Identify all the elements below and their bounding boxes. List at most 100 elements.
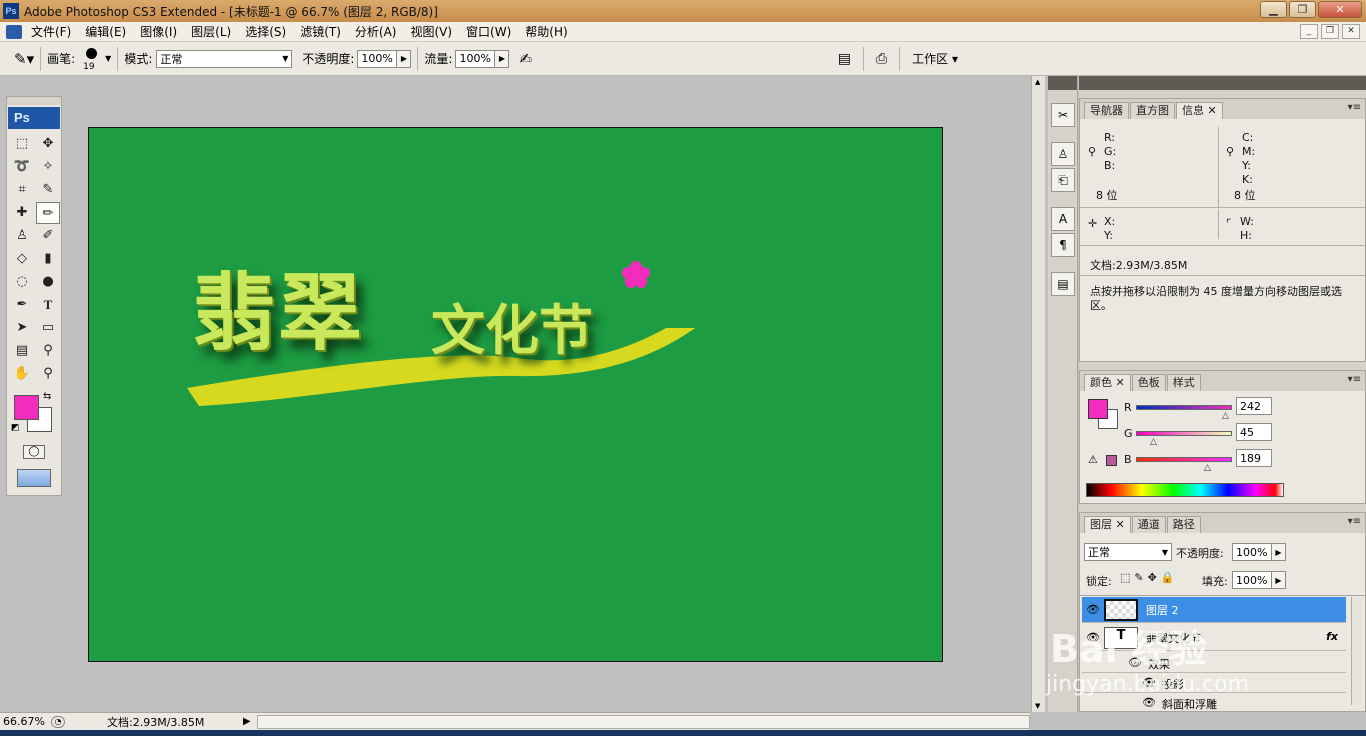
- layer-name[interactable]: 翡翠文化节: [1146, 630, 1201, 646]
- menu-view[interactable]: 视图(V): [403, 23, 459, 40]
- fill-input[interactable]: 100%: [1232, 571, 1272, 589]
- eye-icon[interactable]: 👁: [1142, 676, 1156, 689]
- layer-name[interactable]: 图层 2: [1146, 602, 1179, 618]
- vertical-scrollbar[interactable]: ▲ ▼: [1031, 76, 1045, 712]
- swap-colors-icon[interactable]: ⇆: [43, 391, 51, 402]
- tab-paths[interactable]: 路径: [1166, 516, 1201, 533]
- layer-opacity-slider-button[interactable]: ▶: [1272, 543, 1286, 561]
- palette-well-icon[interactable]: ▤: [838, 51, 851, 67]
- flow-slider-button[interactable]: ▶: [495, 49, 510, 68]
- brush-tool-preset-icon[interactable]: ✎▾: [14, 50, 34, 68]
- crop-tool-icon[interactable]: ⌗: [10, 179, 34, 201]
- g-value-input[interactable]: 45: [1236, 423, 1272, 441]
- color-ramp[interactable]: [1086, 483, 1284, 497]
- menu-layer[interactable]: 图层(L): [184, 23, 238, 40]
- shape-tool-icon[interactable]: ▭: [36, 317, 60, 339]
- b-value-input[interactable]: 189: [1236, 449, 1272, 467]
- eye-icon[interactable]: 👁: [1128, 656, 1142, 669]
- r-slider[interactable]: [1136, 405, 1232, 410]
- tool-presets-icon[interactable]: ✂: [1051, 103, 1075, 127]
- document-canvas[interactable]: 翡翠 文化节: [88, 127, 943, 662]
- menu-help[interactable]: 帮助(H): [518, 23, 574, 40]
- blur-tool-icon[interactable]: ◌: [10, 271, 34, 293]
- tab-channels[interactable]: 通道: [1131, 516, 1166, 533]
- r-slider-thumb[interactable]: △: [1222, 411, 1229, 421]
- layer-row-selected[interactable]: 👁 图层 2: [1082, 597, 1346, 623]
- horizontal-scrollbar[interactable]: [256, 714, 1030, 729]
- screen-mode-icon[interactable]: [17, 469, 51, 487]
- hand-tool-icon[interactable]: ✋: [10, 363, 34, 385]
- toolbox-header[interactable]: [7, 97, 61, 105]
- lasso-tool-icon[interactable]: ➰: [10, 156, 34, 178]
- fx-icon[interactable]: fx: [1326, 630, 1338, 643]
- layers-scrollbar[interactable]: [1351, 597, 1363, 705]
- b-slider-thumb[interactable]: △: [1204, 463, 1211, 473]
- eraser-tool-icon[interactable]: ◇: [10, 248, 34, 270]
- eye-icon[interactable]: 👁: [1142, 696, 1156, 709]
- clone-stamp-tool-icon[interactable]: ♙: [10, 225, 34, 247]
- status-menu-arrow-icon[interactable]: ▶: [243, 716, 251, 727]
- color-fg-swatch[interactable]: [1088, 399, 1108, 419]
- path-selection-tool-icon[interactable]: ➤: [10, 317, 34, 339]
- eyedropper-cmyk-icon[interactable]: ⚲: [1226, 145, 1234, 158]
- menu-edit[interactable]: 编辑(E): [78, 23, 133, 40]
- menu-image[interactable]: 图像(I): [133, 23, 184, 40]
- foreground-color-swatch[interactable]: [14, 395, 39, 420]
- color-panel-menu-icon[interactable]: ▾≡: [1348, 374, 1361, 385]
- history-brush-tool-icon[interactable]: ✐: [36, 225, 60, 247]
- tab-info[interactable]: 信息 ✕: [1176, 102, 1223, 119]
- brush-tool-icon[interactable]: ✏: [36, 202, 60, 224]
- gradient-tool-icon[interactable]: ▮: [36, 248, 60, 270]
- dodge-tool-icon[interactable]: ●: [36, 271, 60, 293]
- opacity-slider-button[interactable]: ▶: [397, 49, 412, 68]
- maximize-button[interactable]: ❐: [1289, 1, 1316, 18]
- opacity-input[interactable]: 100%: [357, 49, 398, 68]
- close-button[interactable]: ✕: [1318, 1, 1362, 18]
- tab-histogram[interactable]: 直方图: [1130, 102, 1175, 119]
- fill-slider-button[interactable]: ▶: [1272, 571, 1286, 589]
- eyedropper-icon[interactable]: ⚲: [1088, 145, 1096, 158]
- default-colors-icon[interactable]: ◩: [11, 423, 20, 433]
- character-panel-icon[interactable]: A: [1051, 207, 1075, 231]
- tab-swatches[interactable]: 色板: [1131, 374, 1166, 391]
- layers-panel-menu-icon[interactable]: ▾≡: [1348, 516, 1361, 527]
- brushes-icon[interactable]: ♙: [1051, 142, 1075, 166]
- g-slider-thumb[interactable]: △: [1150, 437, 1157, 447]
- zoom-tool-icon[interactable]: ⚲: [36, 363, 60, 385]
- status-icon[interactable]: ◔: [51, 715, 65, 728]
- mode-select[interactable]: 正常 ▼: [156, 49, 293, 68]
- marquee-tool-icon[interactable]: ⬚: [10, 133, 34, 155]
- tab-styles[interactable]: 样式: [1166, 374, 1201, 391]
- clone-source-icon[interactable]: ⎗: [1051, 168, 1075, 192]
- effect-drop-shadow-row[interactable]: 👁 投影: [1082, 673, 1346, 693]
- tab-navigator[interactable]: 导航器: [1084, 102, 1129, 119]
- quick-mask-icon[interactable]: ◯: [23, 445, 45, 459]
- gamut-warning-icon[interactable]: ⚠: [1088, 453, 1098, 466]
- menu-select[interactable]: 选择(S): [238, 23, 293, 40]
- effect-bevel-row[interactable]: 👁 斜面和浮雕: [1082, 693, 1346, 713]
- doc-minimize-button[interactable]: _: [1300, 24, 1318, 39]
- g-slider[interactable]: [1136, 431, 1232, 436]
- eye-icon[interactable]: 👁: [1086, 631, 1100, 644]
- blend-mode-select[interactable]: 正常 ▼: [1084, 543, 1172, 561]
- effects-row[interactable]: 👁 效果: [1082, 653, 1346, 673]
- gamut-color-swatch[interactable]: [1106, 455, 1117, 466]
- layer-row-text[interactable]: 👁 T 翡翠文化节 fx: [1082, 625, 1346, 651]
- healing-brush-tool-icon[interactable]: ✚: [10, 202, 34, 224]
- brush-dropdown-icon[interactable]: ▼: [105, 54, 111, 63]
- menu-filter[interactable]: 滤镜(T): [293, 23, 348, 40]
- airbrush-icon[interactable]: ✍: [519, 50, 532, 68]
- layer-comps-icon[interactable]: ▤: [1051, 272, 1075, 296]
- doc-close-button[interactable]: ✕: [1342, 24, 1360, 39]
- workspace-menu[interactable]: 工作区 ▾: [912, 50, 958, 67]
- lock-icons[interactable]: ⬚✎✥🔒: [1120, 571, 1179, 584]
- flow-input[interactable]: 100%: [455, 49, 496, 68]
- panel-menu-icon[interactable]: ▾≡: [1348, 102, 1361, 113]
- tab-layers[interactable]: 图层 ✕: [1084, 516, 1131, 533]
- menu-window[interactable]: 窗口(W): [459, 23, 518, 40]
- type-tool-icon[interactable]: T: [36, 294, 60, 316]
- notes-tool-icon[interactable]: ▤: [10, 340, 34, 362]
- dock-header[interactable]: [1048, 76, 1077, 90]
- move-tool-icon[interactable]: ✥: [36, 133, 60, 155]
- menu-file[interactable]: 文件(F): [24, 23, 78, 40]
